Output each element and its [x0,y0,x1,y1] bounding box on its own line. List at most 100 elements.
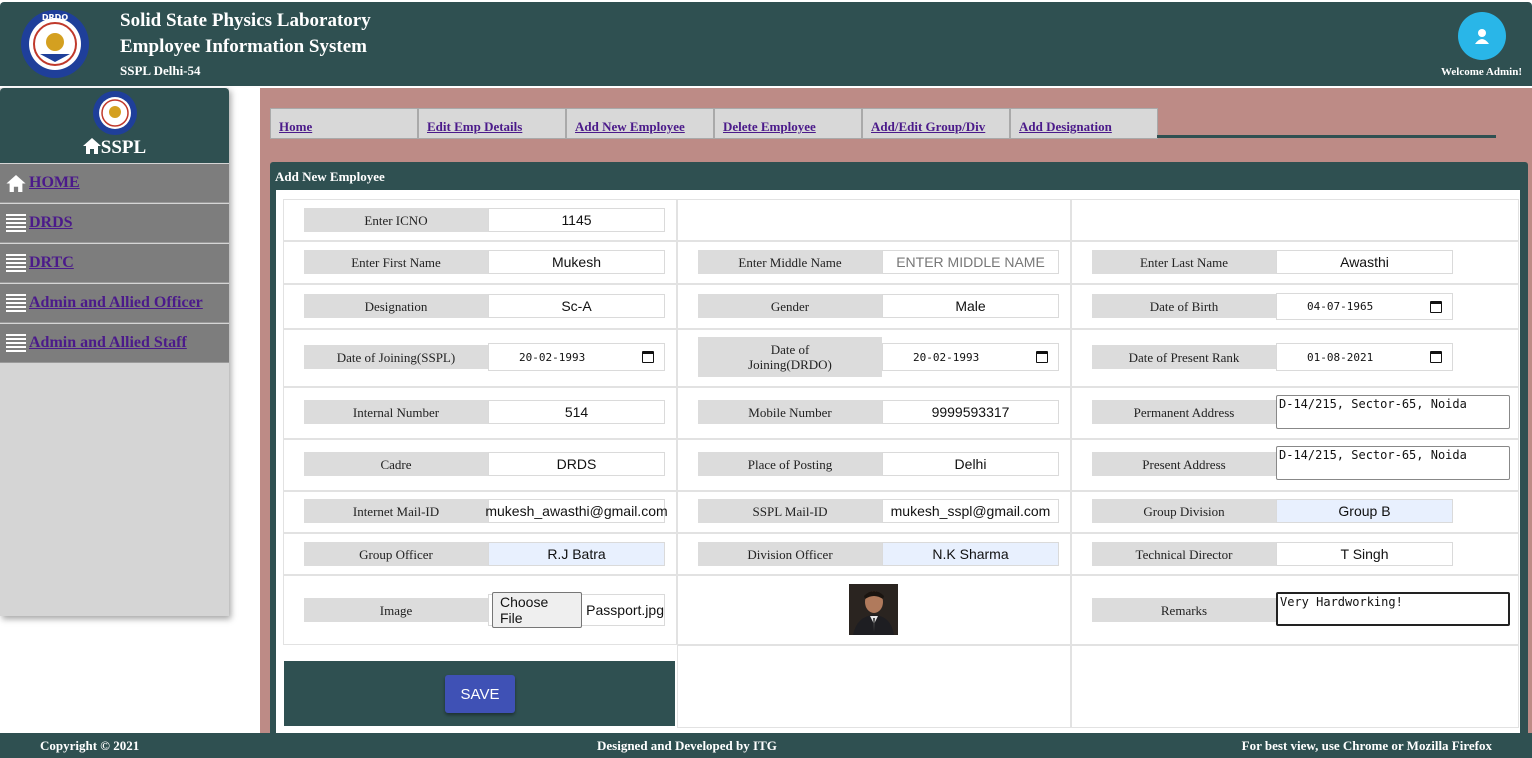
dob-label: Date of Birth [1092,294,1276,318]
present-address-textarea[interactable]: D-14/215, Sector-65, Noida [1276,446,1510,480]
posting-input[interactable]: Delhi [882,452,1059,476]
gender-select[interactable]: Male [882,294,1059,318]
cadre-select[interactable]: DRDS [488,452,665,476]
sidebar-link-admin-officer[interactable]: Admin and Allied Officer [29,294,203,312]
last-name-input[interactable]: Awasthi [1276,250,1453,274]
gender-label: Gender [698,294,882,318]
remarks-label: Remarks [1092,598,1276,622]
save-button[interactable]: SAVE [445,675,515,713]
footer: Copyright © 2021 Designed and Developed … [0,733,1532,758]
permanent-address-label: Permanent Address [1092,400,1276,424]
calendar-icon[interactable] [1430,300,1442,313]
middle-name-input[interactable]: ENTER MIDDLE NAME [882,250,1059,274]
top-header: DRDO Solid State Physics Laboratory Empl… [0,2,1532,86]
doj-drdo-label: Date of Joining(DRDO) [698,337,882,377]
cell [1071,645,1519,728]
file-name: Passport.jpg [586,602,664,618]
best-view-text: For best view, use Chrome or Mozilla Fir… [1241,738,1492,753]
internal-number-label: Internal Number [304,400,488,424]
drdo-logo-small [93,91,137,135]
save-area: SAVE [284,661,675,726]
present-rank-label: Date of Present Rank [1092,345,1276,369]
group-division-select[interactable]: Group B [1276,499,1453,523]
sspl-mail-label: SSPL Mail-ID [698,499,882,523]
nav-tabs: Home Edit Emp Details Add New Employee D… [270,108,1158,139]
first-name-label: Enter First Name [304,250,488,274]
sidebar-item-admin-staff[interactable]: Admin and Allied Staff [0,324,229,363]
home-icon [82,138,101,154]
doj-drdo-date-input[interactable]: 20-02-1993 [882,343,1059,371]
designation-label: Designation [304,294,488,318]
group-officer-field: R.J Batra [488,542,665,566]
tab-add-new-employee[interactable]: Add New Employee [566,108,714,139]
list-icon [6,254,26,272]
choose-file-button[interactable]: Choose File [492,592,583,628]
copyright-text: Copyright © 2021 [40,738,140,753]
doj-sspl-date-input[interactable]: 20-02-1993 [488,343,665,371]
cell [1071,199,1519,241]
list-icon [6,214,26,232]
middle-name-label: Enter Middle Name [698,250,882,274]
sidebar: SSPL HOME DRDS DRTC Admin and Allied Off… [0,88,229,616]
sidebar-header: SSPL [0,88,229,163]
lab-location: SSPL Delhi-54 [120,63,201,78]
sidebar-item-drtc[interactable]: DRTC [0,244,229,283]
sidebar-item-admin-officer[interactable]: Admin and Allied Officer [0,284,229,323]
cell [677,645,1071,728]
technical-director-label: Technical Director [1092,542,1276,566]
calendar-icon[interactable] [1036,351,1048,363]
internal-number-input[interactable]: 514 [488,400,665,424]
sidebar-item-drds[interactable]: DRDS [0,204,229,243]
photo-image [849,584,898,635]
present-address-label: Present Address [1092,452,1276,476]
user-icon [1475,29,1489,44]
mobile-label: Mobile Number [698,400,882,424]
image-file-input[interactable]: Choose File Passport.jpg [488,592,665,628]
technical-director-field: T Singh [1276,542,1453,566]
dob-date-input[interactable]: 04-07-1965 [1276,293,1453,320]
list-icon [6,294,26,312]
calendar-icon[interactable] [642,351,654,363]
icno-label: Enter ICNO [304,208,488,232]
tab-add-edit-group-div[interactable]: Add/Edit Group/Div [862,108,1010,139]
doj-sspl-label: Date of Joining(SSPL) [304,345,488,369]
designation-select[interactable]: Sc-A [488,294,665,318]
tab-delete-employee[interactable]: Delete Employee [714,108,862,139]
home-icon [6,174,26,192]
permanent-address-textarea[interactable]: D-14/215, Sector-65, Noida [1276,395,1510,429]
tab-home[interactable]: Home [270,108,418,139]
designed-by-text: Designed and Developed by ITG [597,738,777,753]
employee-photo [849,584,898,635]
present-rank-date-input[interactable]: 01-08-2021 [1276,343,1453,371]
calendar-icon[interactable] [1430,351,1442,363]
drdo-logo: DRDO [21,10,89,78]
cell [677,199,1071,241]
sidebar-item-home[interactable]: HOME [0,164,229,203]
group-officer-label: Group Officer [304,542,488,566]
sidebar-link-home[interactable]: HOME [29,174,80,192]
list-icon [6,334,26,352]
user-avatar-button[interactable] [1458,12,1506,60]
tab-add-designation[interactable]: Add Designation [1010,108,1158,139]
icno-input[interactable]: 1145 [488,208,665,232]
svg-text:DRDO: DRDO [42,13,68,22]
mobile-input[interactable]: 9999593317 [882,400,1059,424]
group-division-label: Group Division [1092,499,1276,523]
tab-edit-emp-details[interactable]: Edit Emp Details [418,108,566,139]
internet-mail-input[interactable]: mukesh_awasthi@gmail.com [485,499,668,523]
sspl-mail-input[interactable]: mukesh_sspl@gmail.com [882,499,1059,523]
internet-mail-label: Internet Mail-ID [304,499,488,523]
cadre-label: Cadre [304,452,488,476]
posting-label: Place of Posting [698,452,882,476]
lab-title: Solid State Physics Laboratory [120,10,371,31]
sidebar-title: SSPL [0,137,229,159]
remarks-textarea[interactable]: Very Hardworking! [1276,592,1510,626]
system-title: Employee Information System [120,36,367,57]
division-officer-field: N.K Sharma [882,542,1059,566]
sidebar-link-drds[interactable]: DRDS [29,214,73,232]
sidebar-link-admin-staff[interactable]: Admin and Allied Staff [29,334,187,352]
last-name-label: Enter Last Name [1092,250,1276,274]
panel-title: Add New Employee [275,169,385,184]
sidebar-link-drtc[interactable]: DRTC [29,254,74,272]
first-name-input[interactable]: Mukesh [488,250,665,274]
